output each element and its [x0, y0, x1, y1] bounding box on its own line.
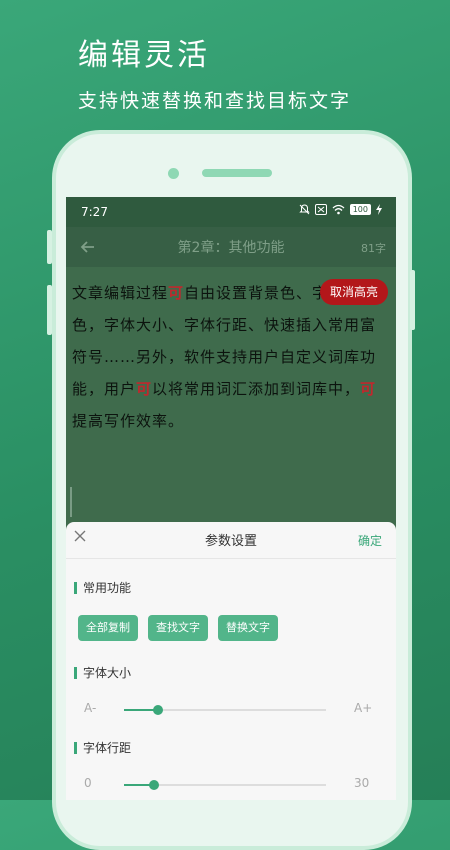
- wifi-icon: [332, 204, 345, 215]
- find-text-button[interactable]: 查找文字: [148, 615, 208, 641]
- section-label-font-size: 字体大小: [74, 667, 131, 679]
- copy-all-button[interactable]: 全部复制: [78, 615, 138, 641]
- phone-side-button: [47, 285, 52, 335]
- speaker-grille: [202, 169, 272, 177]
- font-size-min-label: A-: [84, 701, 97, 715]
- app-screen: 7:27 100 第2章：其他功能 81字 文章编辑过程可自由设置背景色、字体颜…: [66, 197, 396, 800]
- word-count: 81字: [361, 242, 386, 255]
- line-spacing-slider[interactable]: 0 30: [66, 770, 396, 800]
- sim-card-icon: [314, 204, 327, 215]
- cancel-highlight-button[interactable]: 取消高亮: [320, 279, 388, 305]
- article-segment: 文章编辑过程: [72, 284, 169, 302]
- battery-icon: 100: [349, 204, 371, 215]
- mute-bell-icon: [299, 204, 310, 215]
- scroll-indicator[interactable]: [70, 487, 72, 517]
- article-body: 文章编辑过程可自由设置背景色、字体颜色，字体大小、字体行距、快速插入常用富符号……: [66, 267, 396, 527]
- sheet-divider: [66, 558, 396, 559]
- font-size-track[interactable]: [124, 705, 326, 715]
- replace-text-button[interactable]: 替换文字: [218, 615, 278, 641]
- confirm-button[interactable]: 确定: [358, 532, 382, 549]
- section-label-common: 常用功能: [74, 582, 131, 594]
- phone-side-button: [47, 230, 52, 264]
- line-spacing-thumb[interactable]: [149, 780, 160, 790]
- highlighted-match: 可: [360, 380, 377, 398]
- highlighted-match: 可: [136, 380, 153, 398]
- phone-side-button: [410, 270, 415, 330]
- status-bar: 7:27 100: [66, 197, 396, 227]
- line-spacing-min-label: 0: [84, 776, 92, 790]
- settings-sheet: 参数设置 确定 常用功能 全部复制 查找文字 替换文字 字体大小 A- A+ 字…: [66, 522, 396, 800]
- line-spacing-max-label: 30: [354, 776, 370, 790]
- hero-subtitle: 支持快速替换和查找目标文字: [78, 90, 352, 112]
- section-label-line-spacing: 字体行距: [74, 742, 131, 754]
- charging-icon: [376, 204, 382, 215]
- article-segment: 提高写作效率。: [72, 412, 185, 430]
- status-time: 7:27: [81, 205, 108, 219]
- article-segment: 以将常用词汇添加到词库中，: [152, 380, 361, 398]
- camera-icon: [168, 168, 179, 179]
- highlighted-match: 可: [168, 284, 185, 302]
- status-icons: 100: [299, 204, 382, 215]
- font-size-max-label: A+: [354, 701, 373, 715]
- sheet-title: 参数设置: [204, 534, 257, 549]
- app-header: 第2章：其他功能 81字: [66, 227, 396, 267]
- font-size-slider[interactable]: A- A+: [66, 695, 396, 725]
- line-spacing-track[interactable]: [124, 780, 326, 790]
- chapter-title: 第2章：其他功能: [177, 240, 285, 256]
- font-size-thumb[interactable]: [153, 705, 164, 715]
- hero-title: 编辑灵活: [78, 38, 210, 73]
